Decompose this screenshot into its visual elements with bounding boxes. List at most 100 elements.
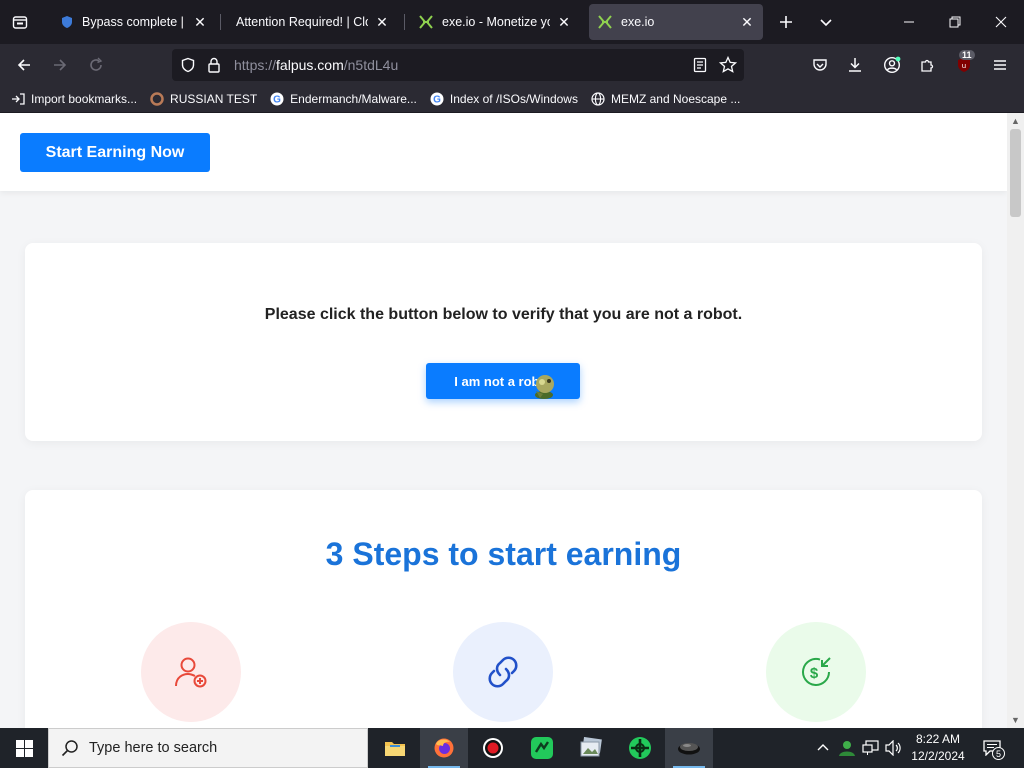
navigation-toolbar: https://falpus.com/n5tdL4u u (0, 44, 1024, 86)
taskbar-photo-app[interactable] (567, 728, 615, 768)
green-app-icon (531, 737, 553, 759)
taskbar-crosshair-app[interactable] (616, 728, 664, 768)
taskbar-recorder[interactable] (469, 728, 517, 768)
verify-message: Please click the button below to verify … (264, 306, 743, 323)
firefox-icon (434, 738, 454, 758)
page-scrollbar[interactable]: ▲ ▼ (1007, 113, 1024, 728)
url-scheme: https:// (234, 57, 277, 73)
steps-card: 3 Steps to start earning $ (25, 490, 982, 728)
extension-badge-count: 11 (959, 50, 975, 60)
close-icon[interactable]: ✕ (374, 14, 390, 31)
tab-attention-required[interactable]: Attention Required! | Cloud ✕ (228, 4, 398, 40)
account-button[interactable] (877, 50, 907, 80)
tray-user-app[interactable] (836, 728, 858, 768)
bookmark-label: MEMZ and Noescape ... (610, 92, 741, 106)
pocket-button[interactable] (805, 50, 835, 80)
bookmarks-toolbar: Import bookmarks... RUSSIAN TEST G Ender… (0, 86, 1024, 112)
page-viewport: Start Earning Now Please click the butto… (0, 113, 1024, 728)
animated-cursor-icon (535, 375, 554, 399)
step-2-circle (453, 622, 553, 722)
list-all-tabs-button[interactable] (812, 8, 840, 36)
taskbar-firefox[interactable] (420, 728, 468, 768)
bookmark-star-icon[interactable] (719, 56, 737, 74)
tab-title: exe.io - Monetize your (442, 15, 550, 29)
receive-money-icon: $ (802, 657, 831, 686)
forward-button[interactable] (45, 50, 75, 80)
step-3-circle: $ (766, 622, 866, 722)
taskbar-dark-app[interactable] (665, 728, 713, 768)
svg-text:G: G (273, 95, 281, 106)
url-path: /n5tdL4u (343, 57, 399, 73)
back-button[interactable] (9, 50, 39, 80)
chevron-down-icon (820, 19, 832, 27)
dark-app-icon (678, 743, 700, 755)
minimize-button[interactable] (886, 0, 932, 44)
svg-text:$: $ (810, 665, 819, 682)
clock-date: 12/2/2024 (911, 749, 965, 763)
user-tray-icon (839, 741, 855, 756)
downloads-button[interactable] (840, 50, 870, 80)
lock-icon[interactable] (206, 57, 222, 73)
url-text[interactable]: https://falpus.com/n5tdL4u (234, 57, 398, 73)
reload-icon (90, 57, 103, 71)
reader-view-icon[interactable] (692, 57, 708, 73)
extensions-button[interactable] (913, 50, 943, 80)
taskbar-search[interactable]: Type here to search (48, 728, 368, 768)
start-earning-button[interactable]: Start Earning Now (20, 133, 210, 172)
svg-text:u: u (962, 62, 966, 70)
notification-count-badge: 5 (992, 747, 1005, 760)
close-icon[interactable]: ✕ (192, 14, 208, 31)
tab-separator (404, 14, 405, 30)
bookmark-memz[interactable]: MEMZ and Noescape ... (590, 91, 740, 107)
link-icon (488, 656, 518, 688)
tray-volume[interactable] (883, 728, 905, 768)
url-host: falpus.com (276, 57, 344, 73)
bookmark-import[interactable]: Import bookmarks... (10, 91, 137, 107)
restore-icon (949, 16, 961, 28)
tab-bypass-complete[interactable]: Bypass complete | Byp ✕ (52, 4, 216, 40)
firefox-view-icon (12, 16, 28, 29)
bookmark-index-isos[interactable]: G Index of /ISOs/Windows (429, 91, 578, 107)
bookmark-russian-test[interactable]: RUSSIAN TEST (149, 91, 257, 107)
show-hidden-icons-button[interactable] (812, 728, 834, 768)
exe-io-favicon-icon (598, 15, 612, 29)
minimize-icon (904, 21, 914, 23)
network-icon (862, 740, 879, 755)
reload-button[interactable] (81, 50, 111, 80)
taskbar-file-explorer[interactable] (371, 728, 419, 768)
shield-favicon-icon (62, 16, 72, 28)
tray-network[interactable] (860, 728, 882, 768)
google-icon: G (269, 91, 285, 107)
tab-title: Bypass complete | Byp (82, 15, 186, 29)
firefox-view-button[interactable] (0, 0, 40, 44)
photo-viewer-icon (580, 737, 602, 757)
close-window-button[interactable] (978, 0, 1024, 44)
pocket-icon (813, 59, 827, 71)
start-button[interactable] (0, 728, 48, 768)
url-bar[interactable]: https://falpus.com/n5tdL4u (172, 49, 744, 81)
add-user-icon (175, 657, 207, 688)
bookmark-label: Index of /ISOs/Windows (449, 92, 578, 106)
taskbar-clock[interactable]: 8:22 AM 12/2/2024 (906, 731, 970, 765)
app-menu-button[interactable] (985, 50, 1015, 80)
tab-exe-io-monetize[interactable]: exe.io - Monetize your ✕ (410, 4, 580, 40)
close-icon[interactable]: ✕ (739, 14, 755, 31)
google-icon: G (429, 91, 445, 107)
tab-exe-io[interactable]: exe.io ✕ (589, 4, 763, 40)
scroll-thumb[interactable] (1010, 129, 1021, 217)
restore-button[interactable] (932, 0, 978, 44)
new-tab-button[interactable] (772, 8, 800, 36)
scroll-down-arrow[interactable]: ▼ (1007, 713, 1024, 727)
arrow-left-icon (17, 59, 30, 71)
tab-strip: Bypass complete | Byp ✕ Attention Requir… (0, 0, 1024, 44)
tab-title: exe.io (621, 15, 655, 29)
site-header: Start Earning Now (0, 113, 1007, 191)
steps-title: 3 Steps to start earning (325, 536, 682, 572)
bookmark-endermanch[interactable]: G Endermanch/Malware... (269, 91, 417, 107)
tracking-shield-icon[interactable] (180, 57, 196, 73)
taskbar-green-app[interactable] (518, 728, 566, 768)
bookmark-label: RUSSIAN TEST (170, 92, 258, 106)
tab-title: Attention Required! | Cloud (236, 15, 368, 29)
close-icon[interactable]: ✕ (556, 14, 572, 31)
scroll-up-arrow[interactable]: ▲ (1007, 114, 1024, 128)
